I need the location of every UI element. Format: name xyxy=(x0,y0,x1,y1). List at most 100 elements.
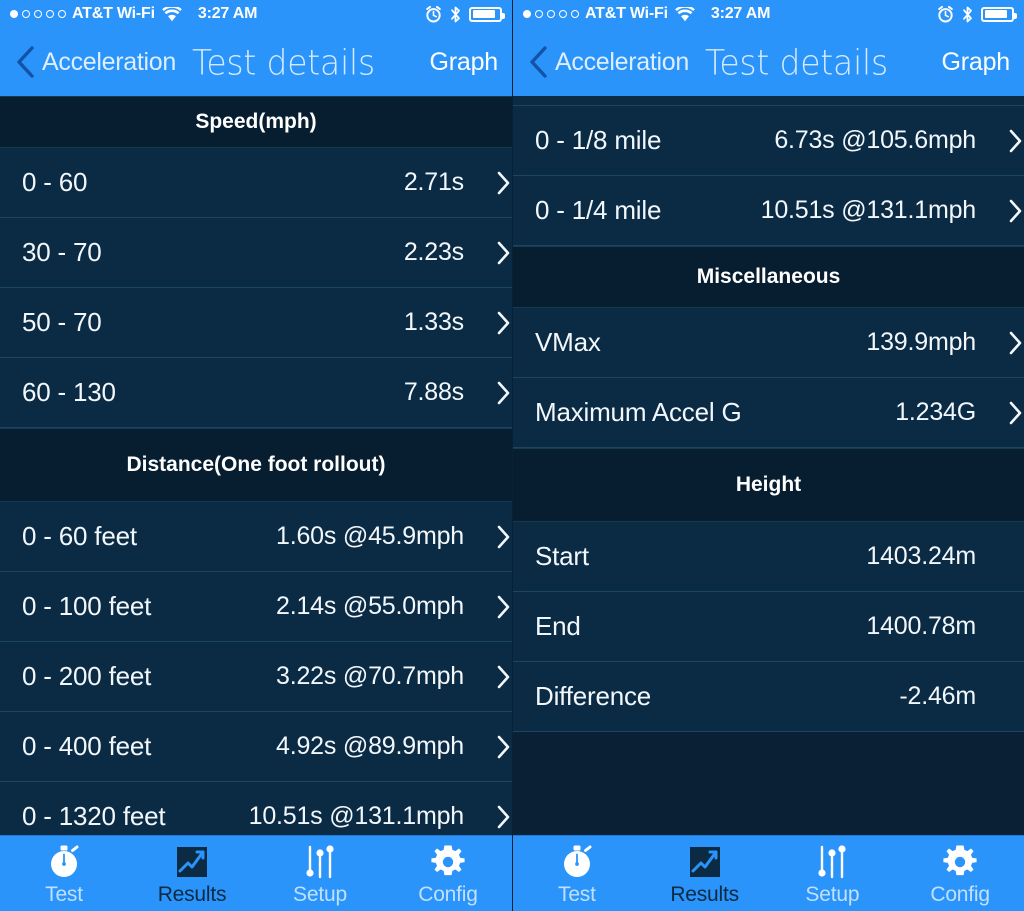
tab-label: Setup xyxy=(805,883,860,906)
table-row[interactable]: 0 - 60 feet 1.60s @45.9mph xyxy=(0,502,512,572)
stopwatch-icon xyxy=(44,842,84,882)
page-title: Test details xyxy=(704,41,888,83)
row-label: 50 - 70 xyxy=(22,307,102,337)
chevron-right-icon xyxy=(992,330,1022,356)
status-bar-right: AT&T Wi-Fi 3:27 AM xyxy=(513,0,1024,28)
stopwatch-icon xyxy=(557,842,597,882)
table-row[interactable]: 0 - 1320 feet 10.51s @131.1mph xyxy=(0,782,512,835)
tab-setup[interactable]: Setup xyxy=(256,836,384,911)
section-title: Height xyxy=(735,473,802,496)
chevron-right-icon xyxy=(480,240,510,266)
graph-button[interactable]: Graph xyxy=(430,48,499,77)
signal-dot-3 xyxy=(547,10,555,18)
row-label: End xyxy=(535,611,581,641)
signal-dot-4 xyxy=(559,10,567,18)
status-bar-clock: 3:27 AM xyxy=(197,5,258,22)
sliders-icon xyxy=(812,842,852,882)
tab-bar-left: Test Results Setup Config xyxy=(0,835,512,911)
table-row[interactable] xyxy=(513,96,1024,106)
row-value: 2.71s xyxy=(403,168,464,196)
tab-results[interactable]: Results xyxy=(641,836,769,911)
page-title: Test details xyxy=(191,41,375,83)
bluetooth-icon xyxy=(450,6,461,23)
tab-label: Test xyxy=(558,883,596,906)
content-right[interactable]: 0 - 1/8 mile 6.73s @105.6mph 0 - 1/4 mil… xyxy=(513,96,1024,835)
chart-square-icon xyxy=(685,842,725,882)
row-value: 6.73s @105.6mph xyxy=(774,126,976,154)
table-row[interactable]: VMax 139.9mph xyxy=(513,308,1024,378)
row-label: 0 - 60 feet xyxy=(22,521,137,551)
back-button-label: Acceleration xyxy=(42,47,176,76)
tab-label: Results xyxy=(157,883,227,906)
row-label: 0 - 400 feet xyxy=(22,731,152,761)
back-button[interactable]: Acceleration xyxy=(527,45,689,79)
row-value: 3.22s @70.7mph xyxy=(276,662,464,690)
results-list-right: 0 - 1/8 mile 6.73s @105.6mph 0 - 1/4 mil… xyxy=(513,96,1024,810)
signal-dot-3 xyxy=(34,10,42,18)
row-value: 1.33s xyxy=(403,308,464,336)
battery-icon xyxy=(469,6,505,22)
gear-icon xyxy=(940,842,980,882)
battery-icon xyxy=(981,6,1017,22)
tab-test[interactable]: Test xyxy=(513,836,641,911)
signal-strength-dots xyxy=(10,10,66,18)
tab-results[interactable]: Results xyxy=(128,836,256,911)
chevron-right-icon xyxy=(480,594,510,620)
tab-test[interactable]: Test xyxy=(0,836,128,911)
carrier-label: AT&T Wi-Fi xyxy=(585,5,668,22)
table-row[interactable]: 50 - 70 1.33s xyxy=(0,288,512,358)
row-value: 10.51s @131.1mph xyxy=(760,196,977,224)
row-label: 0 - 200 feet xyxy=(22,661,152,691)
row-label: 0 - 60 xyxy=(22,167,88,197)
row-label: Difference xyxy=(535,681,652,711)
status-bar-clock: 3:27 AM xyxy=(710,5,771,22)
tab-label: Results xyxy=(670,883,739,906)
back-button[interactable]: Acceleration xyxy=(14,45,176,79)
signal-dot-2 xyxy=(535,10,543,18)
status-bar-right-icons xyxy=(937,5,1017,23)
table-row[interactable]: 0 - 100 feet 2.14s @55.0mph xyxy=(0,572,512,642)
table-row[interactable]: 30 - 70 2.23s xyxy=(0,218,512,288)
tab-config[interactable]: Config xyxy=(896,836,1024,911)
tab-config[interactable]: Config xyxy=(384,836,512,911)
row-value: 139.9mph xyxy=(866,328,976,356)
row-label: 0 - 1/8 mile xyxy=(535,125,662,155)
chevron-right-icon xyxy=(992,198,1022,224)
table-row[interactable]: 0 - 1/4 mile 10.51s @131.1mph xyxy=(513,176,1024,246)
row-value: -2.46m xyxy=(899,682,976,710)
tab-label: Config xyxy=(418,883,478,906)
table-row[interactable]: Start 1403.24m xyxy=(513,522,1024,592)
sliders-icon xyxy=(300,842,340,882)
table-row[interactable]: End 1400.78m xyxy=(513,592,1024,662)
signal-dot-4 xyxy=(46,10,54,18)
table-row[interactable]: Maximum Accel G 1.234G xyxy=(513,378,1024,448)
table-row[interactable]: 0 - 400 feet 4.92s @89.9mph xyxy=(0,712,512,782)
row-label: Maximum Accel G xyxy=(535,397,742,427)
table-row[interactable]: 0 - 60 2.71s xyxy=(0,148,512,218)
graph-button[interactable]: Graph xyxy=(942,48,1011,77)
tab-setup[interactable]: Setup xyxy=(769,836,897,911)
alarm-clock-icon xyxy=(425,5,442,23)
table-row[interactable]: Difference -2.46m xyxy=(513,662,1024,732)
section-header-distance: Distance(One foot rollout) xyxy=(0,428,512,502)
nav-bar-right: Acceleration Test details Graph xyxy=(513,28,1024,96)
phone-screen-right: AT&T Wi-Fi 3:27 AM Acceleration Test det… xyxy=(512,0,1024,911)
section-header-height: Height xyxy=(513,448,1024,522)
content-left[interactable]: Speed(mph) 0 - 60 2.71s 30 - 70 2.23s 50… xyxy=(0,96,512,835)
table-row[interactable]: 60 - 130 7.88s xyxy=(0,358,512,428)
chevron-right-icon xyxy=(992,400,1022,426)
chevron-right-icon xyxy=(480,310,510,336)
row-label: 0 - 1320 feet xyxy=(22,801,166,831)
nav-bar-left: Acceleration Test details Graph xyxy=(0,28,512,96)
tab-bar-right: Test Results Setup Config xyxy=(513,835,1024,911)
table-row[interactable]: 0 - 1/8 mile 6.73s @105.6mph xyxy=(513,106,1024,176)
signal-dot-1 xyxy=(523,10,531,18)
tab-label: Test xyxy=(45,883,83,906)
tab-label: Config xyxy=(930,883,990,906)
row-label: 0 - 1/4 mile xyxy=(535,195,662,225)
row-value: 1400.78m xyxy=(866,612,976,640)
chevron-left-icon xyxy=(14,45,36,79)
chevron-right-icon xyxy=(480,170,510,196)
table-row[interactable]: 0 - 200 feet 3.22s @70.7mph xyxy=(0,642,512,712)
row-value: 4.92s @89.9mph xyxy=(276,732,464,760)
